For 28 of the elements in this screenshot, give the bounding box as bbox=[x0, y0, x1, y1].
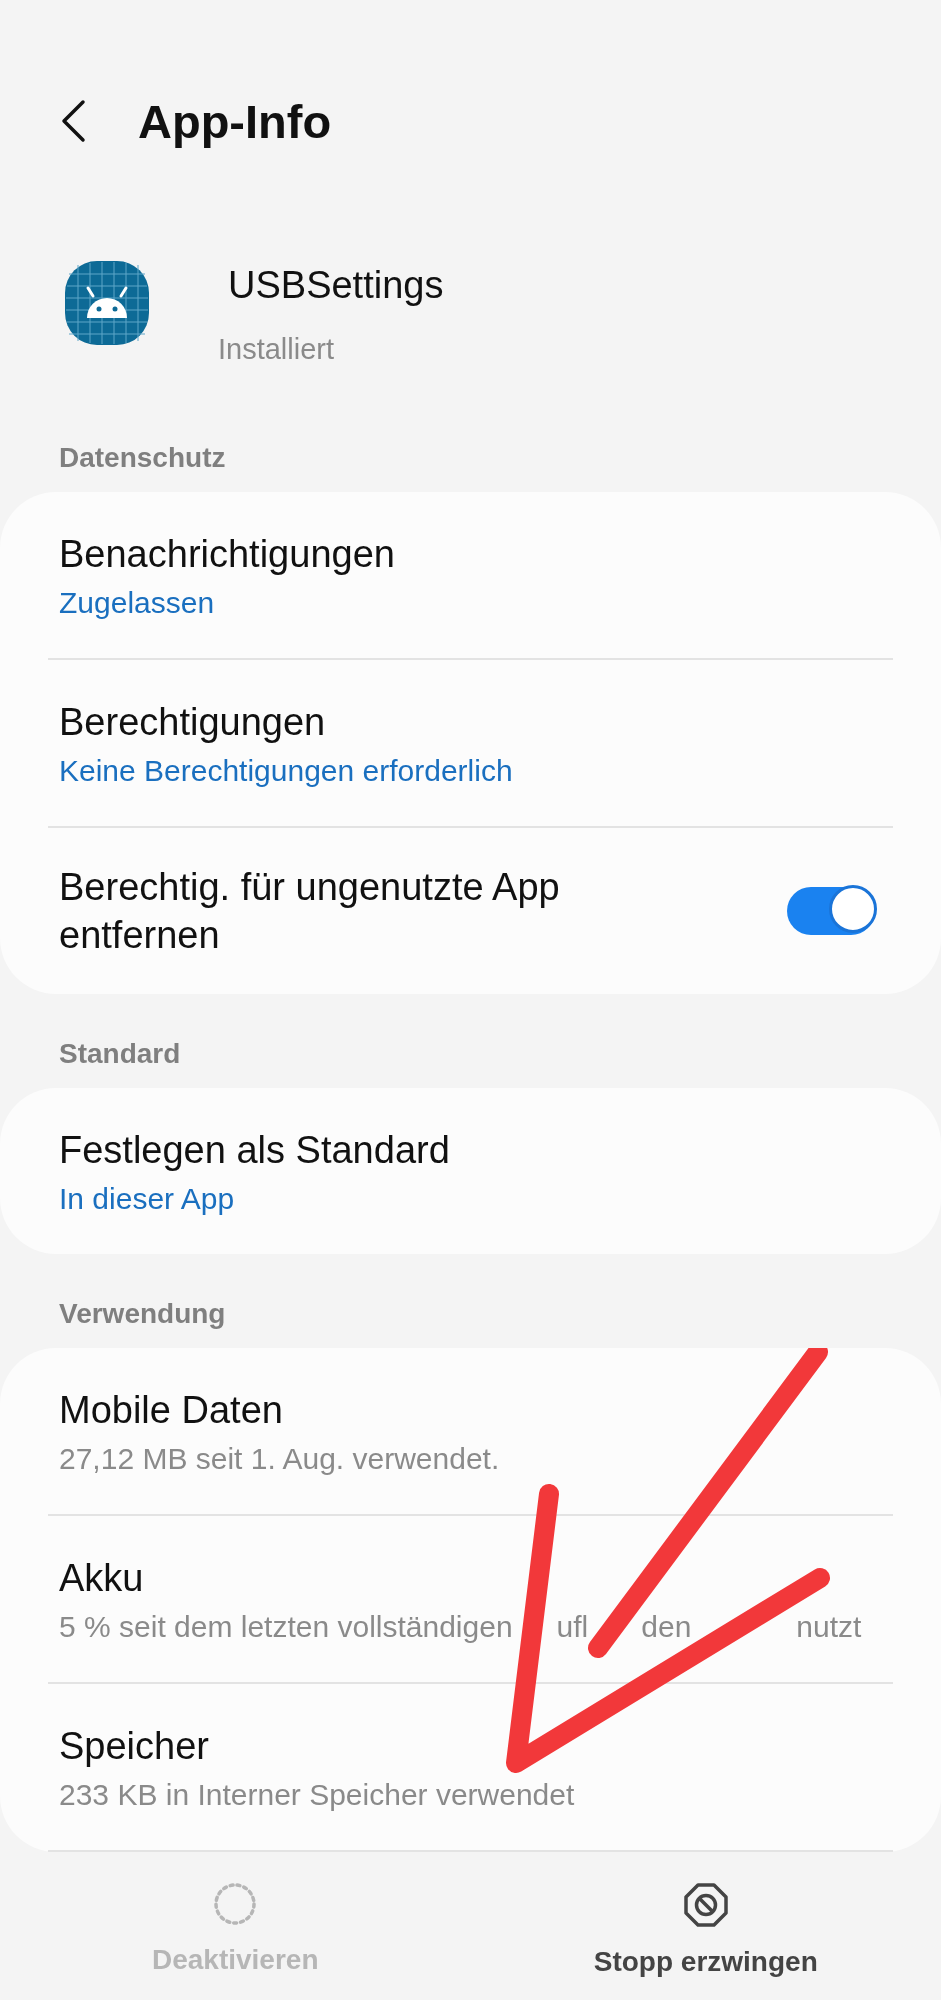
toggle-switch[interactable] bbox=[787, 887, 875, 935]
setting-subtitle: 27,12 MB seit 1. Aug. verwendet. bbox=[59, 1442, 501, 1476]
setting-subtitle: 233 KB in Interner Speicher verwendet bbox=[59, 1778, 576, 1812]
section-header: Datenschutz bbox=[58, 441, 227, 475]
subtitle-fragment: den bbox=[641, 1610, 692, 1644]
setting-title[interactable]: Mobile Daten bbox=[59, 1386, 659, 1434]
setting-title[interactable]: Berechtig. für ungenutzte App entfernen bbox=[59, 863, 659, 959]
dashed-circle-icon bbox=[213, 1882, 258, 1926]
subtitle-fragment: ufl bbox=[556, 1610, 589, 1644]
section-header: Verwendung bbox=[58, 1297, 227, 1331]
app-name: USBSettings bbox=[228, 264, 444, 307]
setting-subtitle: Zugelassen bbox=[59, 586, 216, 620]
subtitle-fragment: nutzt bbox=[796, 1610, 862, 1644]
stop-icon bbox=[682, 1882, 729, 1928]
section-header: Standard bbox=[58, 1037, 182, 1071]
page-title: App-Info bbox=[138, 93, 332, 149]
setting-subtitle: Keine Berechtigungen erforderlich bbox=[59, 754, 514, 788]
action-button[interactable]: Stopp erzwingen bbox=[470, 1882, 941, 1978]
setting-title[interactable]: Festlegen als Standard bbox=[59, 1126, 659, 1174]
app-status: Installiert bbox=[218, 333, 336, 366]
back-icon[interactable] bbox=[60, 99, 86, 143]
setting-title[interactable]: Akku bbox=[59, 1554, 659, 1602]
setting-subtitle: In dieser App bbox=[59, 1182, 236, 1216]
android-app-icon bbox=[64, 260, 150, 346]
setting-title[interactable]: Berechtigungen bbox=[59, 698, 659, 746]
setting-title[interactable]: Speicher bbox=[59, 1722, 659, 1770]
setting-title[interactable]: Benachrichtigungen bbox=[59, 530, 659, 578]
setting-subtitle: 5 % seit dem letzten vollständigen bbox=[59, 1610, 513, 1644]
